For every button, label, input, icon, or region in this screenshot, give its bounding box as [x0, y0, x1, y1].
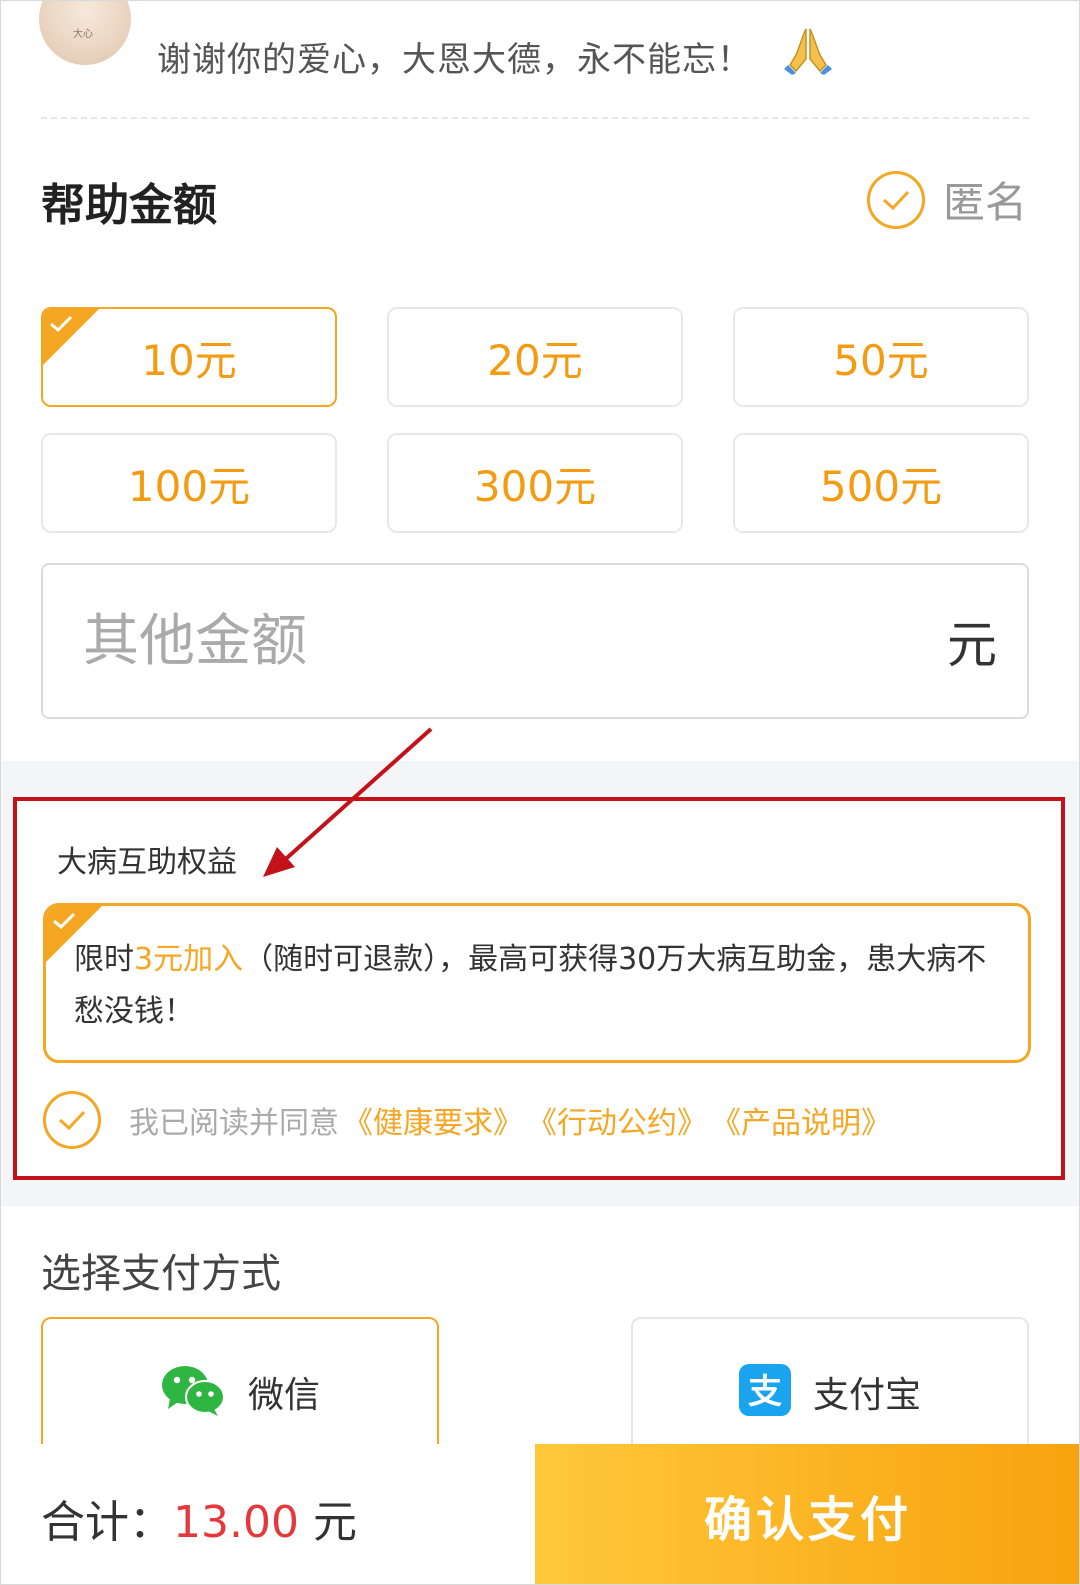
total-amount: 合计：13.00 元 [41, 1486, 357, 1550]
agreement-row: 我已阅读并同意 《健康要求》 《行动公约》 《产品说明》 [43, 1091, 891, 1149]
amount-option-label: 50元 [833, 335, 929, 385]
total-label: 合计： [41, 1497, 173, 1548]
amount-option-label: 500元 [819, 461, 943, 511]
svg-text:支: 支 [748, 1372, 782, 1412]
amount-option-300[interactable]: 300元 [387, 433, 683, 533]
anonymous-toggle[interactable]: 匿名 [866, 169, 1027, 230]
amount-option-10[interactable]: 10元 [41, 307, 337, 407]
thanks-message: 谢谢你的爱心，大恩大德，永不能忘！ [157, 25, 834, 84]
action-convention-link[interactable]: 《行动公约》 [527, 1098, 707, 1142]
wechat-icon [160, 1363, 226, 1421]
checkout-bar: 合计：13.00 元 确认支付 [1, 1444, 1079, 1584]
amount-option-label: 100元 [127, 461, 251, 511]
benefit-prefix: 限时 [74, 942, 134, 977]
amount-option-50[interactable]: 50元 [733, 307, 1029, 407]
other-amount-field[interactable]: 元 [41, 563, 1029, 719]
amount-option-label: 10元 [141, 335, 237, 385]
alipay-label: 支付宝 [812, 1375, 921, 1416]
agree-label: 我已阅读并同意 [129, 1106, 339, 1141]
amount-option-500[interactable]: 500元 [733, 433, 1029, 533]
alipay-icon: 支 [738, 1364, 791, 1420]
benefit-title: 大病互助权益 [57, 845, 237, 880]
total-unit: 元 [312, 1497, 357, 1548]
payment-section-title: 选择支付方式 [41, 1251, 281, 1297]
benefit-highlight-box: 大病互助权益 限时3元加入（随时可退款），最高可获得30万大病互助金，患大病不愁… [13, 797, 1065, 1180]
anonymous-label: 匿名 [942, 178, 1027, 227]
total-value: 13.00 [173, 1497, 299, 1548]
amount-option-label: 300元 [473, 461, 597, 511]
benefit-card[interactable]: 限时3元加入（随时可退款），最高可获得30万大病互助金，患大病不愁没钱！ [43, 903, 1031, 1063]
product-description-link[interactable]: 《产品说明》 [711, 1098, 891, 1142]
amount-option-20[interactable]: 20元 [387, 307, 683, 407]
health-requirements-link[interactable]: 《健康要求》 [343, 1098, 523, 1142]
donation-page: 大心 谢谢你的爱心，大恩大德，永不能忘！ 帮助金额 匿名 10元 20元 50元… [0, 0, 1080, 1585]
other-amount-unit: 元 [947, 616, 997, 674]
confirm-payment-button[interactable]: 确认支付 [535, 1444, 1079, 1584]
anonymous-check-icon[interactable] [866, 170, 925, 229]
amount-option-100[interactable]: 100元 [41, 433, 337, 533]
wechat-label: 微信 [247, 1375, 320, 1416]
amount-option-label: 20元 [487, 335, 583, 385]
thanks-text: 谢谢你的爱心，大恩大德，永不能忘！ [157, 40, 752, 80]
agree-check-icon[interactable] [43, 1091, 101, 1149]
praying-hands-icon [782, 25, 834, 84]
other-amount-input[interactable] [83, 608, 783, 674]
avatar-text: 大心 [73, 29, 93, 40]
amount-section-title: 帮助金额 [41, 180, 217, 231]
benefit-description: 限时3元加入（随时可退款），最高可获得30万大病互助金，患大病不愁没钱！ [74, 934, 1004, 1038]
benefit-highlight: 3元加入 [134, 942, 244, 977]
selected-check-icon [50, 315, 73, 333]
selected-check-icon [53, 912, 76, 930]
dashed-divider [41, 117, 1029, 119]
